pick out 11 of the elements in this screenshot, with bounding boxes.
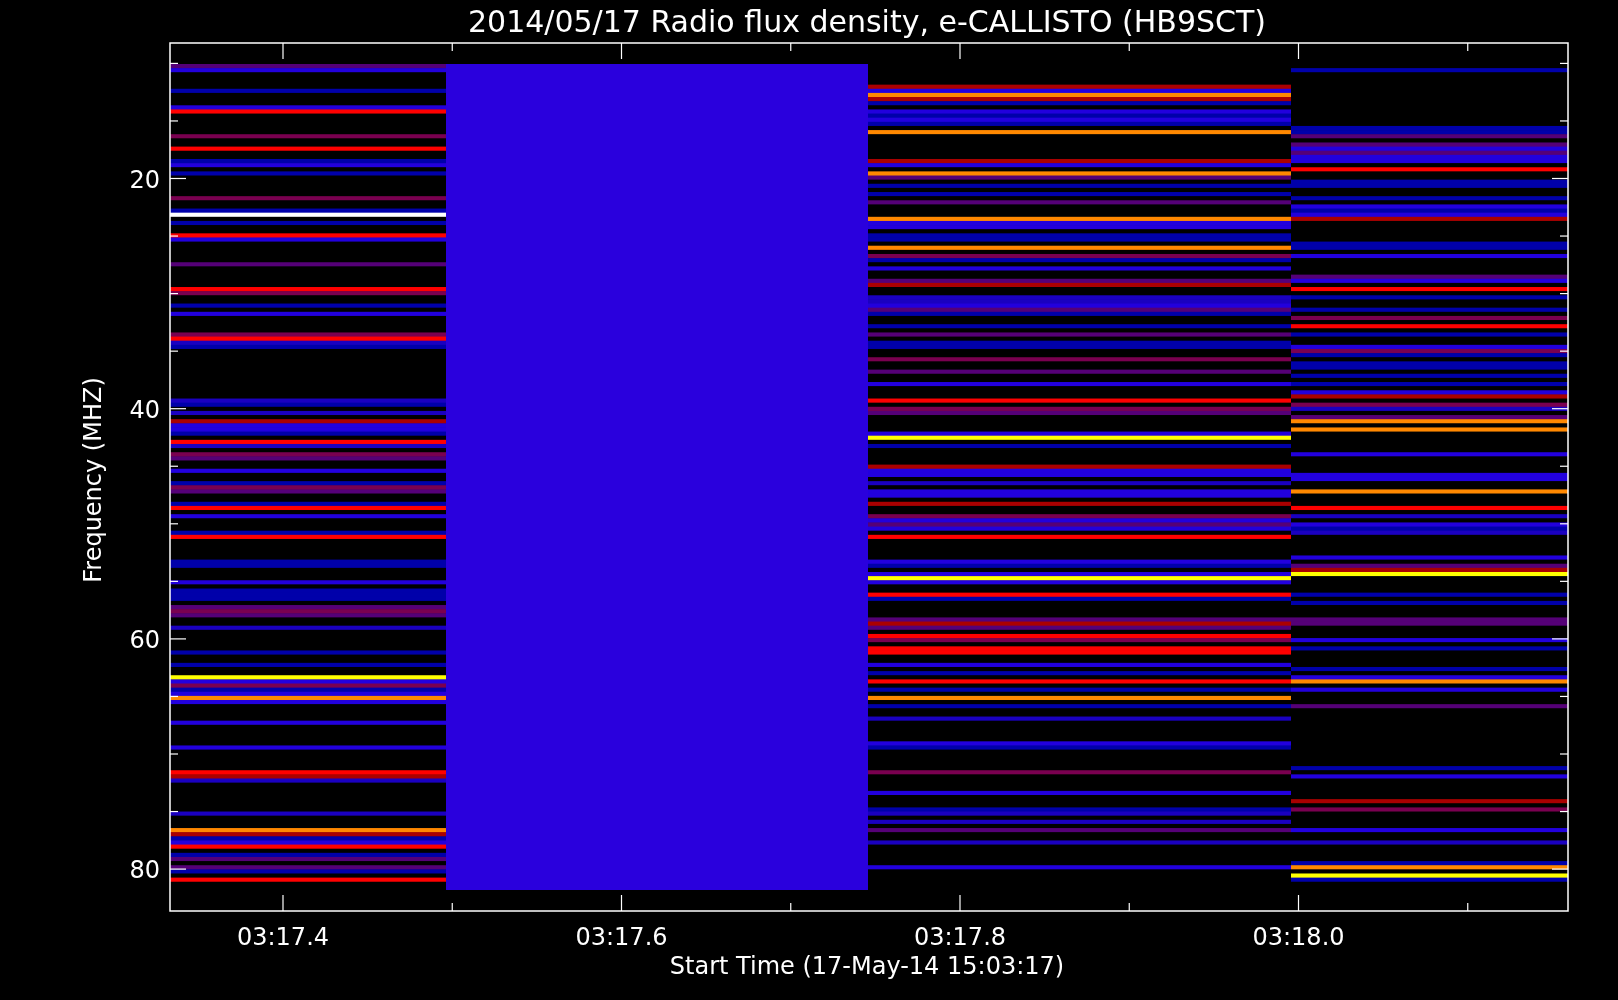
x-tick-label: 03:17.8 — [913, 923, 1007, 951]
chart-title: 2014/05/17 Radio flux density, e-CALLISTO (HB9SCT) — [468, 4, 1266, 39]
y-tick-label: 80 — [129, 856, 160, 885]
x-axis-label: Start Time (17-May-14 15:03:17) — [669, 952, 1065, 980]
x-tick-label: 03:17.6 — [575, 923, 668, 951]
y-tick-label: 60 — [129, 625, 160, 654]
y-tick-label: 20 — [129, 165, 160, 194]
y-tick-label: 40 — [129, 395, 160, 424]
x-tick-label: 03:17.4 — [236, 923, 330, 951]
y-axis-label: Frequency (MHZ) — [79, 377, 107, 583]
x-tick-label: 03:18.0 — [1252, 923, 1345, 951]
